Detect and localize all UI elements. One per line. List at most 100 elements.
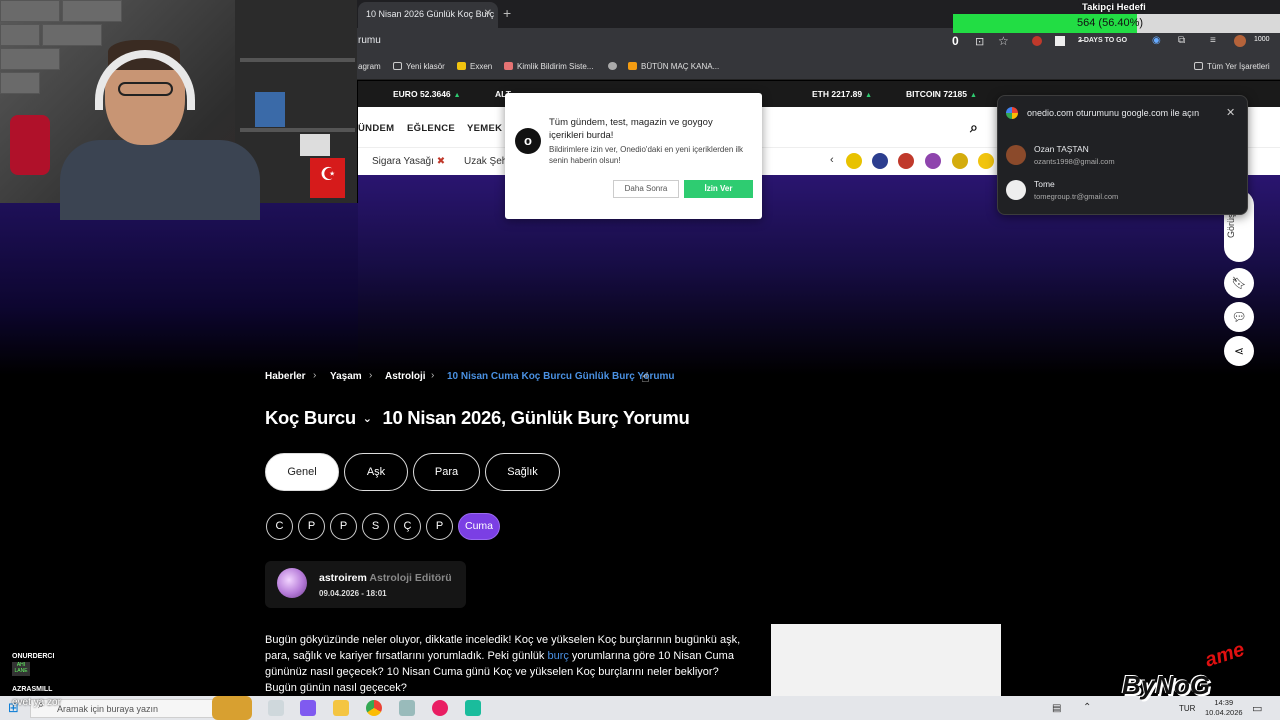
star-icon[interactable]: ☆: [998, 34, 1009, 48]
chevron-right-icon: ›: [313, 370, 317, 381]
nav-item-yemek[interactable]: YEMEK: [467, 123, 502, 134]
menu-list-icon[interactable]: ≡: [1210, 35, 1216, 46]
allow-button[interactable]: İzin Ver: [684, 180, 753, 198]
globe-icon: [608, 62, 617, 70]
account-name[interactable]: Tome: [1034, 179, 1055, 189]
notification-center-icon[interactable]: ▭: [1252, 702, 1262, 715]
burc-link[interactable]: burç: [547, 650, 568, 662]
url-field[interactable]: rumu: [358, 35, 381, 46]
day-button[interactable]: P: [426, 513, 453, 540]
new-tab-icon[interactable]: +: [503, 5, 511, 21]
extension-icon[interactable]: [1055, 36, 1065, 46]
story-icon[interactable]: [898, 153, 914, 169]
channel-logo-accent: ame: [1202, 638, 1248, 672]
chevron-right-icon: ›: [369, 370, 373, 381]
avatar[interactable]: [1006, 180, 1026, 200]
browser-tab[interactable]: 10 Nisan 2026 Günlük Koç Burç ✕: [358, 2, 498, 28]
close-icon: ✖: [436, 156, 446, 167]
day-button[interactable]: Ç: [394, 513, 421, 540]
arrow-up-icon: ▲: [865, 92, 873, 99]
taskbar-clock[interactable]: 14:39 10.04.2026: [1205, 698, 1243, 718]
day-button[interactable]: P: [330, 513, 357, 540]
extension-icon[interactable]: [1032, 36, 1042, 46]
comments-icon[interactable]: 💬︎: [1224, 302, 1254, 332]
keyboard-language[interactable]: TUR: [1179, 704, 1195, 713]
app-icon[interactable]: [465, 700, 481, 716]
later-button[interactable]: Daha Sonra: [613, 180, 679, 198]
all-bookmarks[interactable]: Tüm Yer İşaretleri: [1194, 62, 1270, 71]
bookmark-item[interactable]: BÜTÜN MAÇ KANA...: [628, 62, 719, 71]
account-email[interactable]: tomegroup.tr@gmail.com: [1034, 192, 1118, 201]
kimlik-icon: [504, 62, 513, 70]
folder-icon: [1194, 62, 1203, 70]
chrome-icon[interactable]: [366, 700, 382, 716]
bookmark-item[interactable]: agram: [358, 62, 381, 71]
ad-box: [771, 624, 1001, 700]
onedio-logo: o: [515, 128, 541, 154]
google-signin-title: onedio.com oturumunu google.com ile açın: [1027, 108, 1200, 118]
day-button[interactable]: S: [362, 513, 389, 540]
bookmark-icon[interactable]: 🔖︎: [1224, 268, 1254, 298]
profile-avatar[interactable]: [1234, 35, 1246, 47]
followers-goal-text: 564 (56.40%): [1077, 17, 1144, 29]
crescent-star-icon: ☪: [320, 164, 337, 184]
bookmark-item[interactable]: Exxen: [457, 62, 492, 71]
tab-ask[interactable]: Aşk: [344, 453, 408, 491]
close-icon[interactable]: ✕: [484, 8, 492, 19]
close-icon[interactable]: ✕: [1226, 106, 1235, 119]
ticker-item: ETH 2217.89 ▲: [812, 89, 873, 99]
chevron-up-icon[interactable]: ⌃: [1083, 702, 1091, 713]
days-to-go-extension[interactable]: 2̶̶ DAYS TO GO: [1078, 37, 1127, 44]
tab-genel[interactable]: Genel: [265, 453, 339, 491]
google-icon: [1006, 107, 1018, 119]
day-button[interactable]: P: [298, 513, 325, 540]
tab-saglik[interactable]: Sağlık: [485, 453, 560, 491]
tab-para[interactable]: Para: [413, 453, 480, 491]
avatar[interactable]: [1006, 145, 1026, 165]
breadcrumb-item[interactable]: Yaşam: [330, 371, 362, 382]
sign-selector[interactable]: Koç Burcu: [265, 407, 356, 428]
notification-title: Tüm gündem, test, magazin ve goygoy içer…: [549, 117, 713, 141]
app-icon[interactable]: [300, 700, 316, 716]
followers-goal-title: Takipçi Hedefi: [1082, 2, 1146, 13]
day-button[interactable]: C: [266, 513, 293, 540]
story-icon[interactable]: [978, 153, 994, 169]
story-icon[interactable]: [925, 153, 941, 169]
bookmark-item[interactable]: Yeni klasör: [393, 62, 445, 71]
search-icon[interactable]: ⌕: [970, 119, 978, 136]
chevron-down-icon[interactable]: ⌄: [363, 413, 372, 425]
day-button-today[interactable]: Cuma: [458, 513, 500, 540]
subnav-item[interactable]: Sigara Yasağı ✖: [372, 156, 445, 167]
chat-message: evet ya zor: [12, 697, 61, 708]
avatar: [277, 568, 307, 598]
story-icon[interactable]: [846, 153, 862, 169]
tray-icon[interactable]: ▤: [1052, 703, 1061, 714]
story-icon[interactable]: [872, 153, 888, 169]
ticker-item: EURO 52.3646 ▲: [393, 89, 461, 99]
nav-item-eglence[interactable]: EĞLENCE: [407, 123, 455, 134]
account-email[interactable]: ozants1998@gmail.com: [1034, 157, 1115, 166]
publish-date: 09.04.2026 - 18:01: [319, 589, 387, 598]
task-view-icon[interactable]: [268, 700, 284, 716]
account-name[interactable]: Ozan TAŞTAN: [1034, 144, 1089, 154]
breadcrumb-item[interactable]: Astroloji: [385, 371, 426, 382]
share-icon[interactable]: ⋖: [1224, 336, 1254, 366]
nav-item-gundem[interactable]: ÜNDEM: [358, 123, 394, 134]
breadcrumb-item[interactable]: Haberler: [265, 371, 306, 382]
app-icon[interactable]: [399, 700, 415, 716]
bookmark-item[interactable]: Kimlik Bildirim Siste...: [504, 62, 593, 71]
story-icon[interactable]: [952, 153, 968, 169]
subnav-item[interactable]: Uzak Şeh: [464, 156, 507, 167]
notification-text: Bildirimlere izin ver, Onedio'daki en ye…: [549, 145, 744, 165]
puzzle-icon[interactable]: ⧉: [1178, 35, 1185, 46]
hero-banner-left: [0, 203, 358, 375]
install-icon[interactable]: ⊡: [975, 35, 984, 48]
folder-icon[interactable]: [333, 700, 349, 716]
extension-icon[interactable]: ◉: [1152, 35, 1161, 46]
bookmark-item[interactable]: [608, 62, 621, 71]
jp-icon: [628, 62, 637, 70]
cursor-icon: ☝: [641, 369, 650, 385]
obs-icon[interactable]: [432, 700, 448, 716]
webcam-person: [60, 140, 260, 220]
chevron-left-icon[interactable]: ‹: [830, 154, 834, 166]
